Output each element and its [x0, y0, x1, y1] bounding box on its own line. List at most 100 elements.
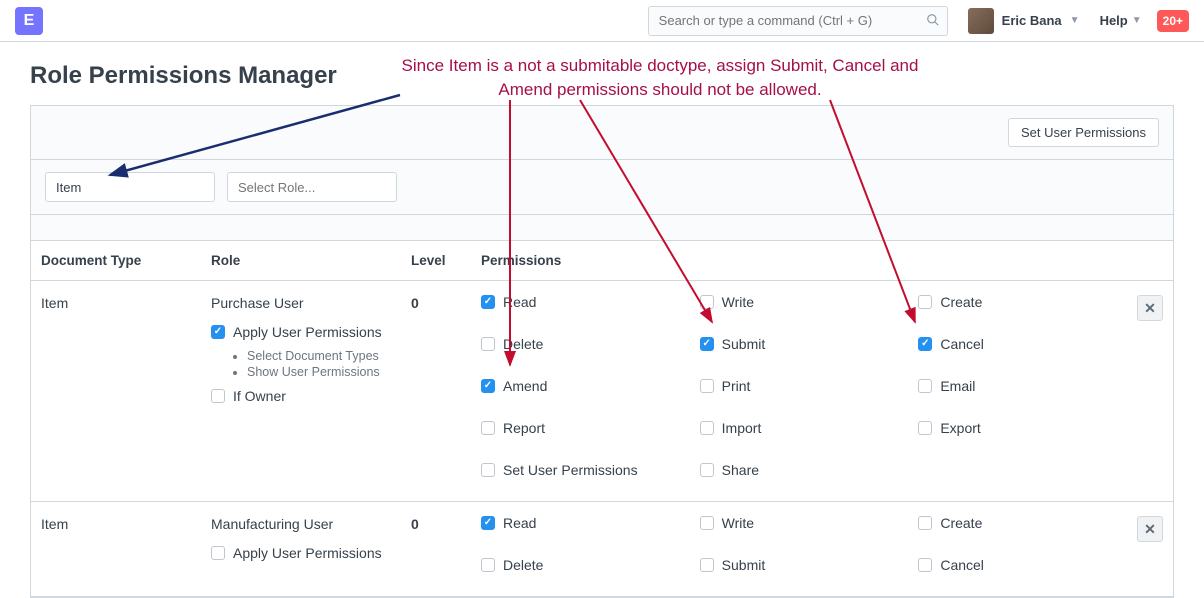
checkbox-icon: [700, 516, 714, 530]
checkbox-icon: [918, 337, 932, 351]
chevron-down-icon: ▼: [1070, 15, 1080, 26]
notification-badge[interactable]: 20+: [1157, 10, 1189, 32]
checkbox-label: Delete: [503, 558, 543, 572]
cell-level: 0: [401, 281, 471, 502]
checkbox-icon: [481, 295, 495, 309]
perm-grid: Read Write Create Delete Submit Cancel: [481, 516, 1117, 582]
role-name: Purchase User: [211, 295, 391, 311]
perm-grid: Read Write Create Delete Submit Cancel A…: [481, 295, 1117, 487]
checkbox-label: Apply User Permissions: [233, 325, 382, 339]
checkbox-label: Print: [722, 379, 751, 393]
checkbox-icon: [918, 379, 932, 393]
checkbox-perm-cancel[interactable]: Cancel: [918, 337, 1117, 351]
checkbox-icon: [700, 421, 714, 435]
checkbox-perm-export[interactable]: Export: [918, 421, 1117, 435]
checkbox-icon: [918, 421, 932, 435]
checkbox-perm-submit[interactable]: Submit: [700, 558, 899, 572]
checkbox-icon: [918, 558, 932, 572]
checkbox-label: Share: [722, 463, 759, 477]
set-user-permissions-button[interactable]: Set User Permissions: [1008, 118, 1159, 147]
checkbox-label: Set User Permissions: [503, 463, 638, 477]
checkbox-perm-share[interactable]: Share: [700, 463, 899, 477]
close-icon: ✕: [1144, 300, 1156, 317]
checkbox-label: Amend: [503, 379, 547, 393]
checkbox-if-owner[interactable]: If Owner: [211, 389, 391, 403]
checkbox-perm-report[interactable]: Report: [481, 421, 680, 435]
help-menu[interactable]: Help ▼: [1100, 13, 1142, 28]
checkbox-perm-read[interactable]: Read: [481, 516, 680, 530]
checkbox-label: Create: [940, 516, 982, 530]
th-permissions: Permissions: [471, 241, 1127, 281]
cell-delete: ✕: [1127, 502, 1173, 597]
cell-permissions: Read Write Create Delete Submit Cancel: [471, 502, 1127, 597]
checkbox-perm-write[interactable]: Write: [700, 295, 899, 309]
cell-level: 0: [401, 502, 471, 597]
checkbox-perm-email[interactable]: Email: [918, 379, 1117, 393]
cell-permissions: Read Write Create Delete Submit Cancel A…: [471, 281, 1127, 502]
cell-doctype: Item: [31, 502, 201, 597]
navbar: E Eric Bana ▼ Help ▼ 20+: [0, 0, 1204, 42]
user-name: Eric Bana: [1002, 13, 1062, 28]
checkbox-icon: [918, 295, 932, 309]
checkbox-perm-submit[interactable]: Submit: [700, 337, 899, 351]
delete-button[interactable]: ✕: [1137, 516, 1163, 542]
checkbox-perm-create[interactable]: Create: [918, 516, 1117, 530]
checkbox-label: Email: [940, 379, 975, 393]
th-doctype: Document Type: [31, 241, 201, 281]
checkbox-perm-write[interactable]: Write: [700, 516, 899, 530]
close-icon: ✕: [1144, 521, 1156, 538]
sub-list-item[interactable]: Show User Permissions: [247, 365, 391, 379]
checkbox-label: Report: [503, 421, 545, 435]
checkbox-icon: [481, 421, 495, 435]
role-name: Manufacturing User: [211, 516, 391, 532]
checkbox-perm-import[interactable]: Import: [700, 421, 899, 435]
checkbox-perm-create[interactable]: Create: [918, 295, 1117, 309]
checkbox-label: Create: [940, 295, 982, 309]
permissions-table: Document Type Role Level Permissions Ite…: [31, 240, 1173, 597]
checkbox-icon: [481, 337, 495, 351]
checkbox-label: Import: [722, 421, 762, 435]
doctype-filter-input[interactable]: [45, 172, 215, 202]
checkbox-label: Cancel: [940, 337, 984, 351]
cell-role: Manufacturing User Apply User Permission…: [201, 502, 401, 597]
table-row: ItemPurchase User Apply User Permissions…: [31, 281, 1173, 502]
cell-role: Purchase User Apply User Permissions Sel…: [201, 281, 401, 502]
table-row: ItemManufacturing User Apply User Permis…: [31, 502, 1173, 597]
checkbox-icon: [918, 516, 932, 530]
checkbox-icon: [700, 295, 714, 309]
checkbox-label: Read: [503, 516, 536, 530]
checkbox-label: Submit: [722, 558, 766, 572]
checkbox-perm-print[interactable]: Print: [700, 379, 899, 393]
checkbox-perm-amend[interactable]: Amend: [481, 379, 680, 393]
checkbox-perm-set-user-permissions[interactable]: Set User Permissions: [481, 463, 680, 477]
search-input[interactable]: [648, 6, 948, 36]
checkbox-icon: [700, 379, 714, 393]
th-level: Level: [401, 241, 471, 281]
checkbox-label: Read: [503, 295, 536, 309]
checkbox-icon: [211, 325, 225, 339]
checkbox-label: Write: [722, 516, 754, 530]
checkbox-perm-delete[interactable]: Delete: [481, 337, 680, 351]
page-header: Role Permissions Manager: [0, 42, 1204, 100]
checkbox-label: Submit: [722, 337, 766, 351]
checkbox-label: If Owner: [233, 389, 286, 403]
toolbar-area: Set User Permissions Document Type Role …: [30, 105, 1174, 598]
checkbox-icon: [481, 463, 495, 477]
checkbox-perm-delete[interactable]: Delete: [481, 558, 680, 572]
chevron-down-icon: ▼: [1132, 15, 1142, 26]
checkbox-perm-read[interactable]: Read: [481, 295, 680, 309]
user-menu[interactable]: Eric Bana ▼: [968, 8, 1080, 34]
cell-doctype: Item: [31, 281, 201, 502]
checkbox-label: Cancel: [940, 558, 984, 572]
role-filter-input[interactable]: [227, 172, 397, 202]
checkbox-icon: [700, 337, 714, 351]
app-logo[interactable]: E: [15, 7, 43, 35]
checkbox-label: Export: [940, 421, 980, 435]
sub-list: Select Document Types Show User Permissio…: [247, 349, 391, 379]
delete-button[interactable]: ✕: [1137, 295, 1163, 321]
checkbox-apply-user-perms[interactable]: Apply User Permissions: [211, 325, 391, 339]
checkbox-label: Delete: [503, 337, 543, 351]
sub-list-item[interactable]: Select Document Types: [247, 349, 391, 363]
checkbox-perm-cancel[interactable]: Cancel: [918, 558, 1117, 572]
cell-delete: ✕: [1127, 281, 1173, 502]
